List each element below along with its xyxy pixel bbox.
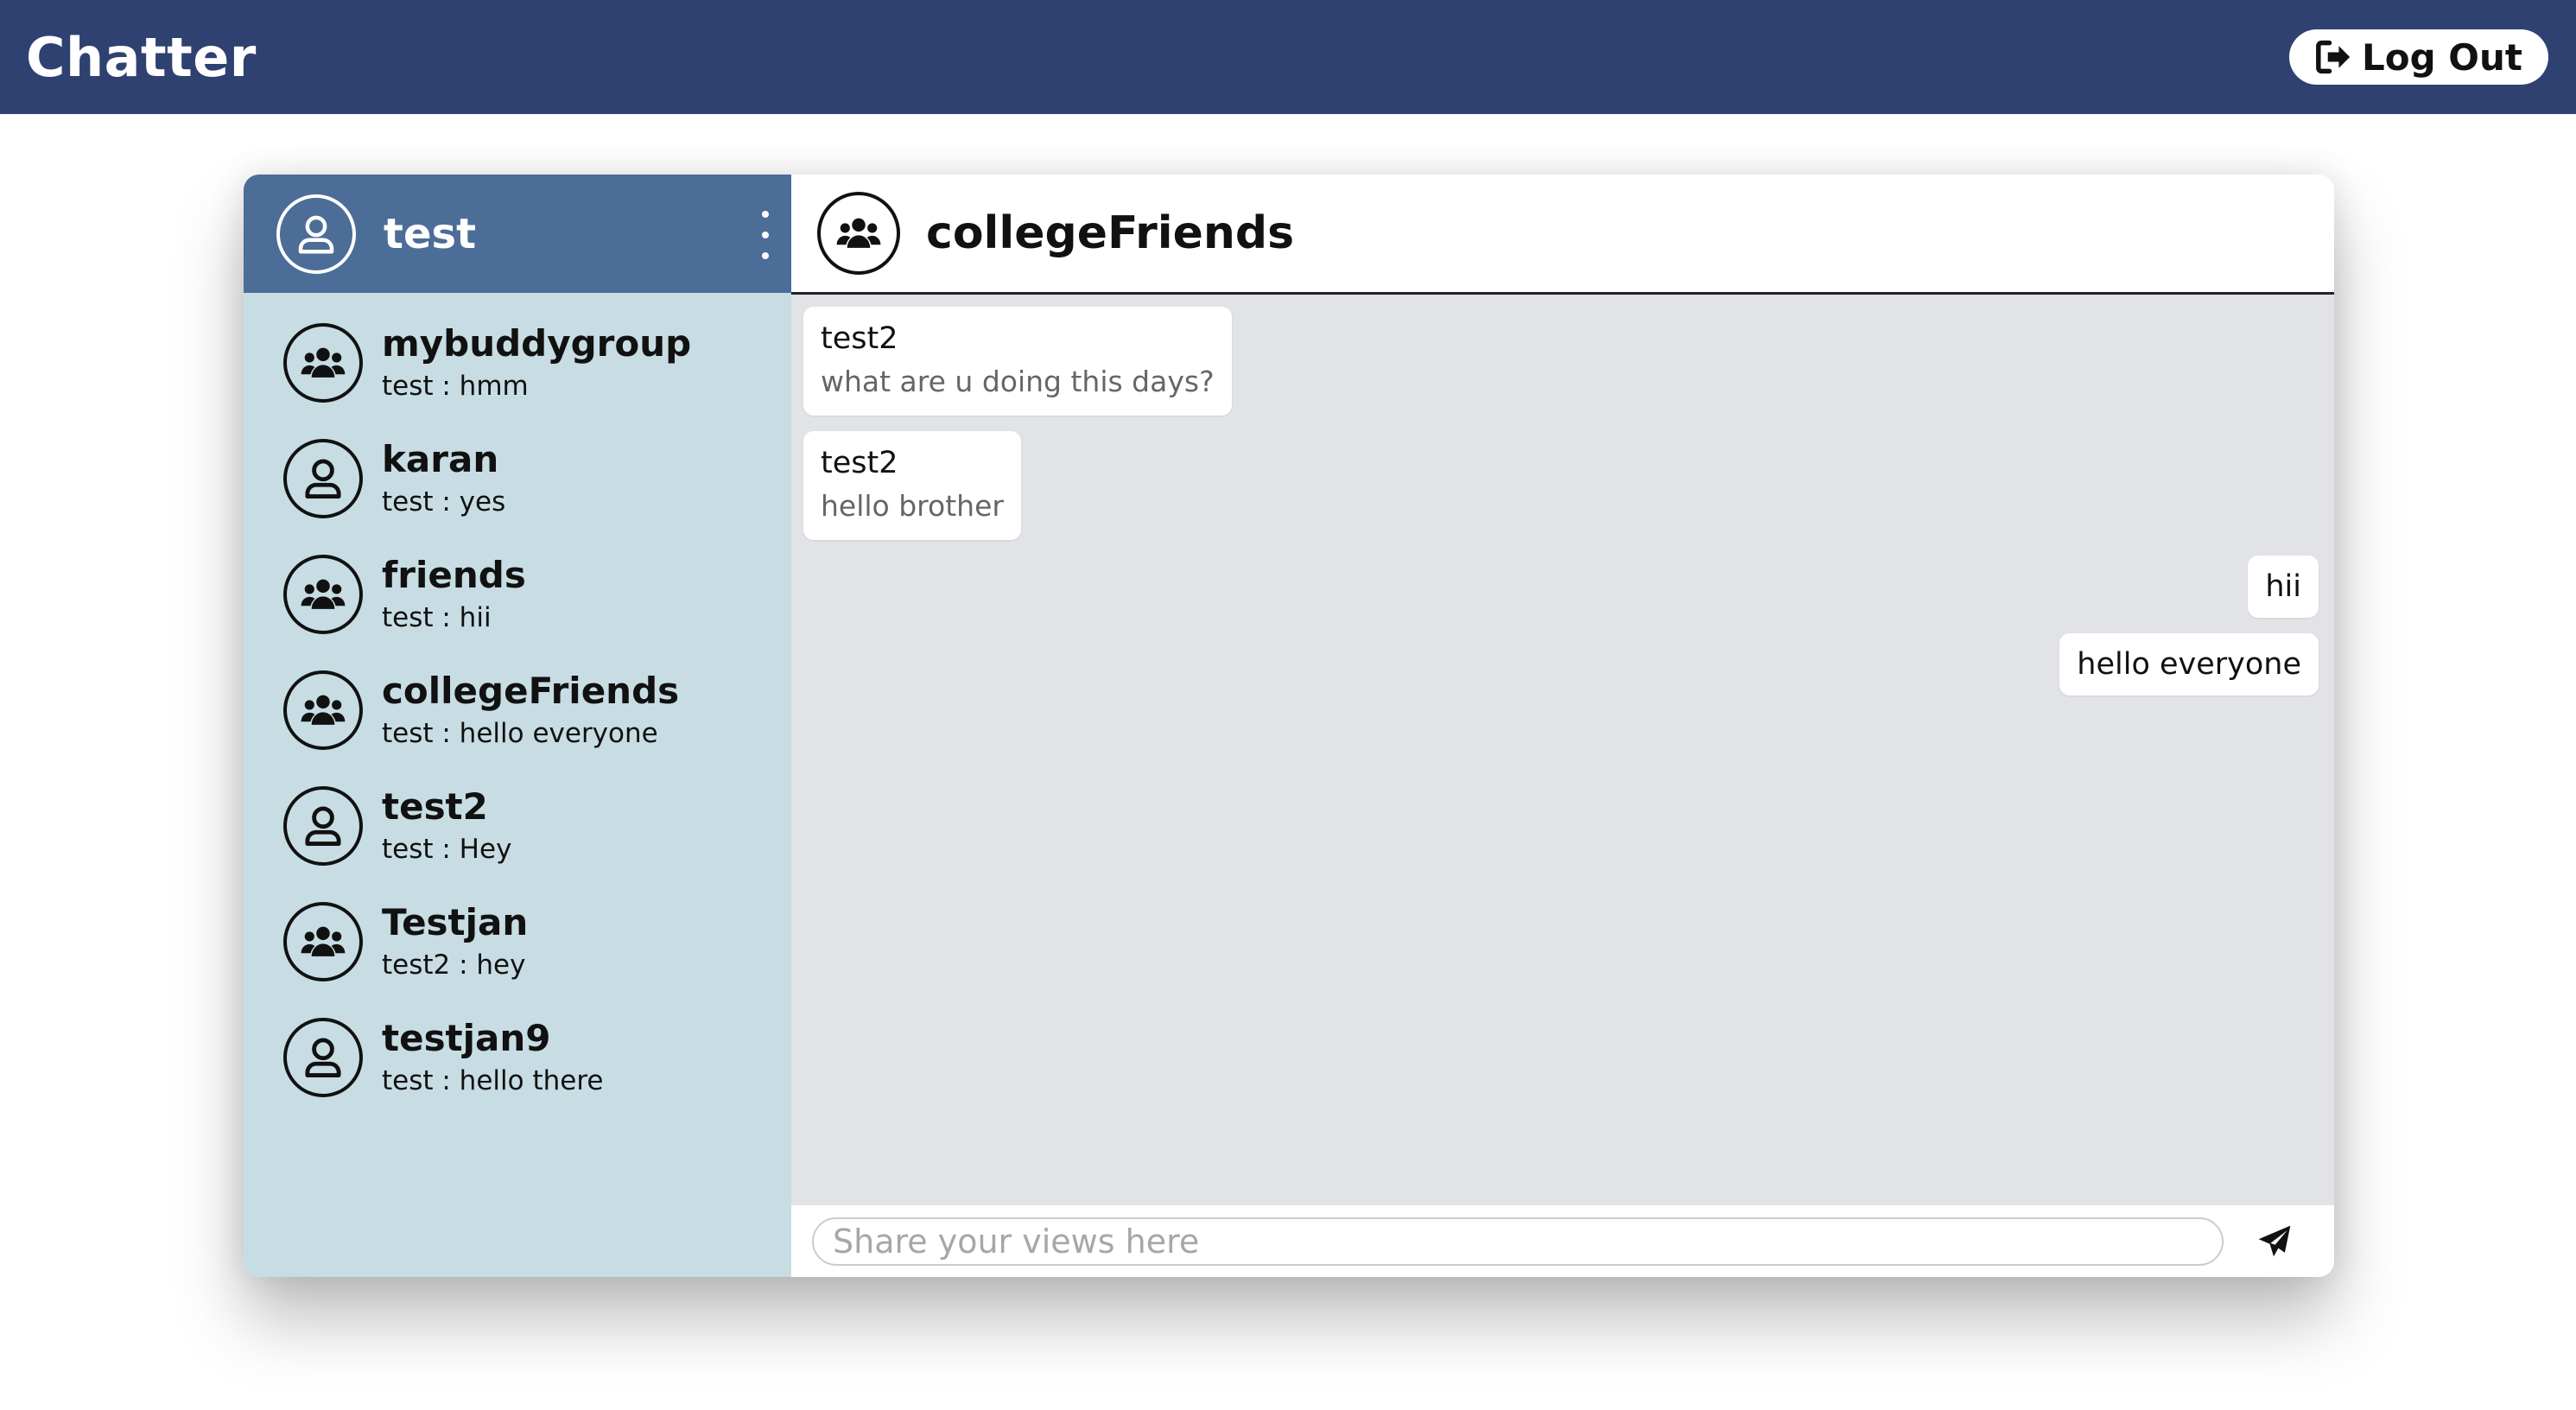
current-user-avatar[interactable] bbox=[276, 194, 356, 274]
conversation-item[interactable]: Testjan test2 : hey bbox=[244, 884, 791, 1000]
logout-label: Log Out bbox=[2362, 35, 2522, 79]
group-icon bbox=[301, 579, 346, 609]
app-title: Chatter bbox=[26, 25, 257, 89]
conversation-name: testjan9 bbox=[382, 1017, 551, 1059]
user-circle-icon bbox=[305, 806, 341, 846]
group-icon bbox=[301, 347, 346, 378]
conversation-last-message: test : hello there bbox=[382, 1065, 604, 1096]
conversation-last-message: test2 : hey bbox=[382, 950, 526, 981]
conversation-text: Testjan test2 : hey bbox=[382, 899, 528, 984]
conversation-item[interactable]: friends test : hii bbox=[244, 537, 791, 652]
conversation-last-message: test : Hey bbox=[382, 834, 512, 865]
conversation-text: testjan9 test : hello there bbox=[382, 1015, 603, 1100]
conversation-item[interactable]: test2 test : Hey bbox=[244, 768, 791, 884]
chat-header: collegeFriends bbox=[791, 175, 2334, 295]
group-avatar bbox=[283, 902, 363, 981]
user-avatar bbox=[283, 786, 363, 866]
current-user-name: test bbox=[384, 209, 477, 258]
conversation-text: mybuddygroup test : hmm bbox=[382, 321, 691, 405]
sidebar: test mybuddygroup test : hmm karan test : … bbox=[244, 175, 791, 1277]
outgoing-message: hii bbox=[2248, 556, 2319, 618]
sidebar-header: test bbox=[244, 175, 791, 293]
conversation-item[interactable]: mybuddygroup test : hmm bbox=[244, 305, 791, 421]
group-avatar bbox=[283, 670, 363, 750]
send-button[interactable] bbox=[2236, 1214, 2313, 1269]
user-circle-icon bbox=[305, 459, 341, 499]
conversation-text: friends test : hii bbox=[382, 552, 526, 637]
conversation-item[interactable]: karan test : yes bbox=[244, 421, 791, 537]
message-text: what are u doing this days? bbox=[821, 365, 1215, 398]
conversation-item[interactable]: testjan9 test : hello there bbox=[244, 1000, 791, 1115]
user-icon bbox=[298, 215, 334, 253]
logout-button[interactable]: Log Out bbox=[2289, 29, 2548, 85]
conversation-last-message: test : hmm bbox=[382, 371, 529, 402]
composer bbox=[791, 1205, 2334, 1277]
chat-avatar[interactable] bbox=[817, 192, 900, 275]
group-avatar bbox=[283, 555, 363, 634]
user-circle-icon bbox=[305, 1038, 341, 1077]
conversation-name: friends bbox=[382, 554, 526, 596]
group-avatar bbox=[283, 323, 363, 403]
top-bar: Chatter Log Out bbox=[0, 0, 2576, 114]
conversation-last-message: test : hii bbox=[382, 602, 492, 633]
conversation-item[interactable]: collegeFriends test : hello everyone bbox=[244, 652, 791, 768]
paper-plane-icon bbox=[2258, 1225, 2291, 1256]
incoming-message: test2 hello brother bbox=[803, 431, 1021, 540]
chat-panel: collegeFriends test2 what are u doing thi… bbox=[791, 175, 2334, 1277]
message-sender: test2 bbox=[821, 446, 898, 480]
message-sender: test2 bbox=[821, 321, 898, 356]
sign-out-icon bbox=[2316, 40, 2351, 74]
user-avatar bbox=[283, 1018, 363, 1097]
conversation-name: karan bbox=[382, 438, 499, 480]
conversation-name: Testjan bbox=[382, 901, 529, 943]
message-text: hello brother bbox=[821, 489, 1004, 523]
conversation-text: collegeFriends test : hello everyone bbox=[382, 668, 679, 753]
incoming-message: test2 what are u doing this days? bbox=[803, 307, 1232, 416]
chat-title: collegeFriends bbox=[926, 207, 1295, 259]
group-icon bbox=[836, 218, 881, 248]
chat-window: test mybuddygroup test : hmm karan test : … bbox=[244, 175, 2334, 1277]
conversation-list: mybuddygroup test : hmm karan test : yes f… bbox=[244, 293, 791, 1115]
message-input[interactable] bbox=[812, 1216, 2224, 1266]
conversation-text: test2 test : Hey bbox=[382, 784, 511, 868]
conversation-last-message: test : yes bbox=[382, 486, 506, 518]
kebab-menu-icon[interactable] bbox=[758, 211, 772, 259]
conversation-last-message: test : hello everyone bbox=[382, 718, 658, 749]
conversation-name: test2 bbox=[382, 785, 488, 828]
user-avatar bbox=[283, 439, 363, 518]
conversation-name: mybuddygroup bbox=[382, 322, 692, 365]
conversation-text: karan test : yes bbox=[382, 436, 505, 521]
message-text: hii bbox=[2265, 569, 2301, 604]
conversation-name: collegeFriends bbox=[382, 670, 680, 712]
group-icon bbox=[301, 695, 346, 725]
message-text: hello everyone bbox=[2077, 647, 2301, 682]
message-list: test2 what are u doing this days? test2 hel… bbox=[791, 295, 2334, 1205]
outgoing-message: hello everyone bbox=[2059, 633, 2319, 695]
group-icon bbox=[301, 926, 346, 956]
